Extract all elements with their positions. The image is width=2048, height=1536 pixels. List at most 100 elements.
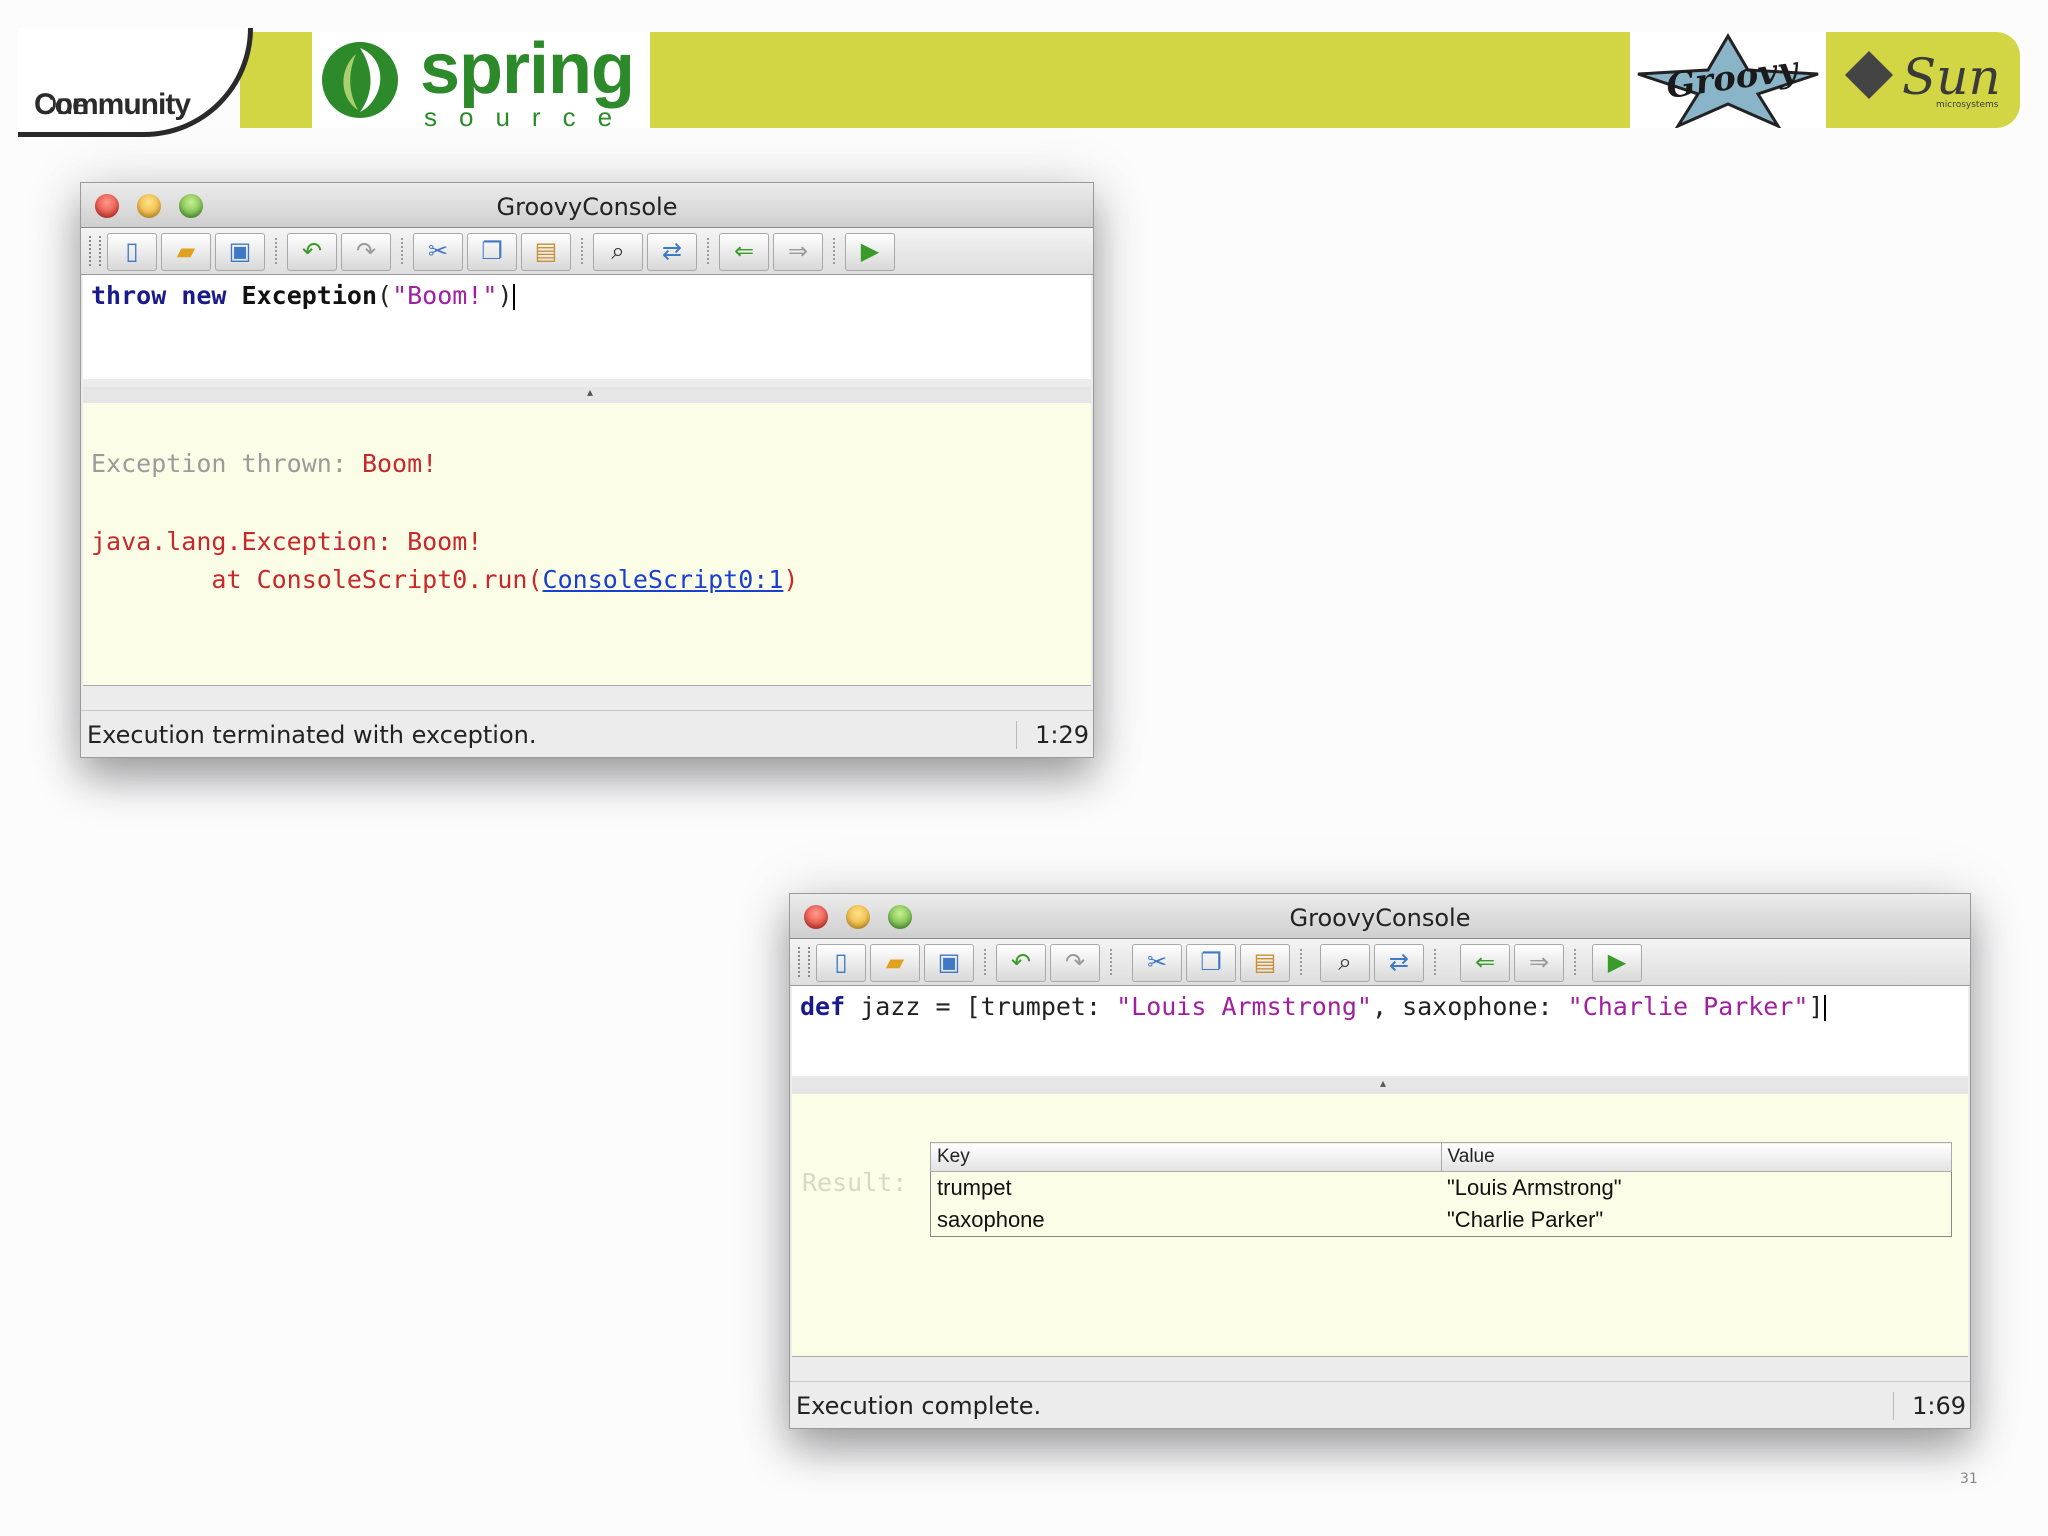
groovy-console-window-exception[interactable]: GroovyConsole ▯ ▰ ▣ ↶ ↷ ✂ ❐ ▤ ⌕ ⇄ ⇐ ⇒ ▶ …: [80, 182, 1094, 758]
sun-diamond-icon: [1844, 50, 1894, 100]
new-document-button[interactable]: ▯: [816, 944, 866, 982]
script-editor[interactable]: def jazz = [trumpet: "Louis Armstrong", …: [792, 986, 1968, 1076]
previous-history-button[interactable]: ⇐: [1460, 944, 1510, 982]
code-class: Exception: [241, 281, 378, 310]
new-document-icon: ▯: [125, 237, 139, 265]
caret-position: 1:29: [1016, 721, 1089, 749]
status-message: Execution terminated with exception.: [87, 721, 537, 749]
copy-button[interactable]: ❐: [467, 233, 517, 271]
exception-label: Exception thrown:: [91, 449, 362, 478]
result-label: Result:: [802, 1168, 908, 1197]
divider-handle-icon: ▴: [1380, 1076, 1387, 1090]
code-string: "Charlie Parker": [1567, 992, 1809, 1021]
previous-history-button[interactable]: ⇐: [719, 233, 769, 271]
copy-icon: ❐: [481, 237, 503, 265]
find-button[interactable]: ⌕: [593, 233, 643, 271]
find-button[interactable]: ⌕: [1320, 944, 1370, 982]
communityone-logo: Community One: [18, 28, 253, 137]
groovy-console-window-result[interactable]: GroovyConsole ▯ ▰ ▣ ↶ ↷ ✂ ❐ ▤ ⌕ ⇄ ⇐ ⇒ ▶ …: [789, 893, 1971, 1429]
table-header-row: Key Value: [930, 1142, 1952, 1172]
replace-button[interactable]: ⇄: [1374, 944, 1424, 982]
find-icon: ⌕: [611, 237, 625, 265]
replace-button[interactable]: ⇄: [647, 233, 697, 271]
title-bar[interactable]: GroovyConsole: [81, 183, 1093, 228]
column-header-value[interactable]: Value: [1440, 1142, 1952, 1172]
toolbar-grip[interactable]: [798, 947, 810, 977]
split-pane-divider[interactable]: ▴: [792, 1076, 1968, 1094]
result-table[interactable]: Key Value trumpet "Louis Armstrong" saxo…: [930, 1142, 1952, 1237]
previous-history-icon: ⇐: [1474, 948, 1496, 976]
open-button[interactable]: ▰: [870, 944, 920, 982]
code-text: jazz = [trumpet:: [845, 992, 1117, 1021]
code-keyword: new: [181, 281, 227, 310]
code-paren: ): [497, 281, 513, 310]
toolbar-separator: [581, 238, 583, 264]
toolbar-separator: [275, 238, 277, 264]
title-bar[interactable]: GroovyConsole: [790, 894, 1970, 939]
stacktrace-frame: at ConsoleScript0.run(ConsoleScript0:1): [91, 565, 798, 594]
table-cell: trumpet: [937, 1175, 1012, 1200]
open-folder-icon: ▰: [176, 237, 196, 265]
save-icon: ▣: [228, 237, 252, 265]
cut-icon: ✂: [427, 237, 449, 265]
groovy-logo: Groovy: [1630, 32, 1826, 128]
springsource-logo: spring source: [312, 29, 650, 132]
toolbar: ▯ ▰ ▣ ↶ ↷ ✂ ❐ ▤ ⌕ ⇄ ⇐ ⇒ ▶: [81, 228, 1093, 275]
stacktrace-frame-suffix: ): [783, 565, 799, 594]
sun-logo-subtext: microsystems: [1936, 100, 1999, 110]
next-history-button[interactable]: ⇒: [1514, 944, 1564, 982]
redo-button[interactable]: ↷: [341, 233, 391, 271]
redo-icon: ↷: [355, 237, 377, 265]
exception-summary: Exception thrown: Boom!: [91, 449, 437, 478]
header-banner: Community One spring source Groovy Sun mi…: [0, 28, 2048, 137]
toolbar-grip[interactable]: [89, 236, 101, 266]
open-button[interactable]: ▰: [161, 233, 211, 271]
toolbar-separator: [1300, 949, 1302, 975]
code-text: , saxophone:: [1371, 992, 1568, 1021]
cut-button[interactable]: ✂: [413, 233, 463, 271]
run-script-button[interactable]: ▶: [1592, 944, 1642, 982]
copy-button[interactable]: ❐: [1186, 944, 1236, 982]
code-text: ]: [1808, 992, 1824, 1021]
save-button[interactable]: ▣: [924, 944, 974, 982]
new-document-button[interactable]: ▯: [107, 233, 157, 271]
output-pane[interactable]: Result: Key Value trumpet "Louis Armstro…: [792, 1094, 1968, 1357]
page-number: 31: [1960, 1471, 1978, 1487]
spring-wordmark: spring: [420, 29, 635, 109]
toolbar-separator: [401, 238, 403, 264]
status-bar: Execution terminated with exception. 1:2…: [81, 710, 1093, 757]
redo-button[interactable]: ↷: [1050, 944, 1100, 982]
stacktrace-frame-prefix: at ConsoleScript0.run(: [91, 565, 543, 594]
status-bar: Execution complete. 1:69: [790, 1381, 1970, 1428]
spring-leaf-icon: [322, 42, 398, 118]
redo-icon: ↷: [1064, 948, 1086, 976]
sun-logo-text: Sun: [1902, 48, 2001, 106]
table-row[interactable]: saxophone "Charlie Parker": [931, 1204, 1952, 1237]
paste-icon: ▤: [534, 237, 558, 265]
next-history-button[interactable]: ⇒: [773, 233, 823, 271]
run-script-button[interactable]: ▶: [845, 233, 895, 271]
window-title: GroovyConsole: [496, 193, 678, 221]
split-pane-divider[interactable]: ▴: [83, 385, 1091, 403]
undo-button[interactable]: ↶: [287, 233, 337, 271]
run-script-icon: ▶: [1607, 948, 1627, 976]
output-pane[interactable]: Exception thrown: Boom! java.lang.Except…: [83, 403, 1091, 686]
paste-button[interactable]: ▤: [1240, 944, 1290, 982]
script-editor[interactable]: throw new Exception("Boom!"): [83, 275, 1091, 379]
column-header-key[interactable]: Key: [930, 1142, 1442, 1172]
next-history-icon: ⇒: [1528, 948, 1550, 976]
undo-icon: ↶: [301, 237, 323, 265]
undo-icon: ↶: [1010, 948, 1032, 976]
cut-button[interactable]: ✂: [1132, 944, 1182, 982]
paste-button[interactable]: ▤: [521, 233, 571, 271]
code-paren: (: [377, 281, 393, 310]
save-button[interactable]: ▣: [215, 233, 265, 271]
code-string: "Louis Armstrong": [1116, 992, 1372, 1021]
toolbar-separator: [1110, 949, 1112, 975]
stacktrace-source-link[interactable]: ConsoleScript0:1: [543, 565, 784, 594]
table-cell: saxophone: [937, 1207, 1045, 1232]
table-row[interactable]: trumpet "Louis Armstrong": [931, 1172, 1952, 1205]
toolbar-separator: [707, 238, 709, 264]
replace-icon: ⇄: [661, 237, 683, 265]
undo-button[interactable]: ↶: [996, 944, 1046, 982]
